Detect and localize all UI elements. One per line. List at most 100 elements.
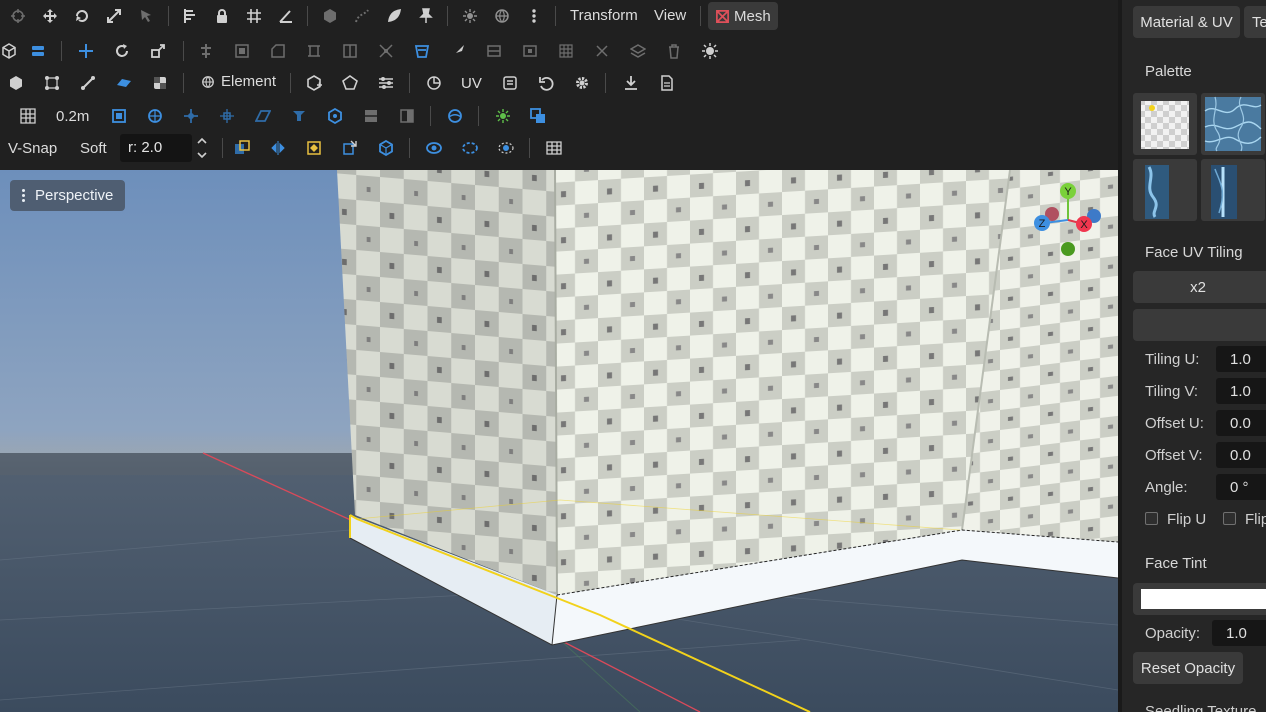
snap-vertex-icon[interactable]: [216, 105, 238, 127]
download-icon[interactable]: [620, 72, 642, 94]
snap-pivot-icon[interactable]: [288, 105, 310, 127]
tab-material-uv[interactable]: Material & UV: [1133, 6, 1240, 38]
palette-swatch-checker[interactable]: [1133, 93, 1197, 155]
grid-size-value[interactable]: 0.2m: [56, 108, 89, 125]
palette-swatch-water[interactable]: [1201, 93, 1265, 155]
object-select-icon[interactable]: [5, 72, 27, 94]
globe-icon[interactable]: [491, 5, 513, 27]
offset-u-input[interactable]: 0.0: [1216, 410, 1266, 436]
rotate-icon[interactable]: [71, 5, 93, 27]
snap-box-icon[interactable]: [108, 105, 130, 127]
face-mode-icon[interactable]: [27, 40, 49, 62]
select-connected-icon[interactable]: [339, 137, 361, 159]
radius-input[interactable]: r: 2.0: [120, 134, 192, 162]
path-icon[interactable]: [351, 5, 373, 27]
snap-cube-icon[interactable]: [324, 105, 346, 127]
radius-stepper[interactable]: [194, 133, 210, 163]
extrude-icon[interactable]: [303, 40, 325, 62]
more-menu-icon[interactable]: [523, 5, 545, 27]
3d-viewport[interactable]: Perspective Y Z X: [0, 170, 1118, 712]
sphere-icon[interactable]: [423, 72, 445, 94]
material-icon[interactable]: [149, 72, 171, 94]
edge-mode-icon[interactable]: [77, 72, 99, 94]
select-all-icon[interactable]: [375, 137, 397, 159]
soft-select-icon[interactable]: [231, 137, 253, 159]
inset-icon[interactable]: [231, 40, 253, 62]
select-grow-icon[interactable]: [495, 137, 517, 159]
opacity-input[interactable]: 1.0: [1212, 620, 1266, 646]
select-ring-icon[interactable]: [459, 137, 481, 159]
mirror-select-icon[interactable]: [267, 137, 289, 159]
transform-menu[interactable]: Transform: [570, 7, 638, 24]
mesh-mode-button[interactable]: Mesh: [708, 2, 778, 30]
uv-menu[interactable]: UV: [461, 75, 482, 92]
face-tint-picker[interactable]: [1133, 583, 1266, 615]
document-icon[interactable]: [499, 72, 521, 94]
tiling-x2-button[interactable]: x2: [1133, 271, 1266, 303]
snap-sphere-icon[interactable]: [144, 105, 166, 127]
palette-swatch-blue-2[interactable]: [1201, 159, 1265, 221]
move-icon[interactable]: [39, 5, 61, 27]
merge-icon[interactable]: [375, 40, 397, 62]
grid-fill-icon[interactable]: [555, 40, 577, 62]
sliders-icon[interactable]: [375, 72, 397, 94]
cube-icon[interactable]: [319, 5, 341, 27]
scene-render[interactable]: [0, 170, 1118, 712]
tab-texture[interactable]: Te: [1244, 6, 1266, 38]
loop-cut-icon[interactable]: [483, 40, 505, 62]
leaf-icon[interactable]: [383, 5, 405, 27]
select-box-icon[interactable]: [303, 137, 325, 159]
perspective-button[interactable]: Perspective: [10, 180, 125, 211]
settings-sun-icon[interactable]: [699, 40, 721, 62]
tiling-v-input[interactable]: 1.0: [1216, 378, 1266, 404]
view-menu[interactable]: View: [654, 7, 686, 24]
light-icon[interactable]: [459, 5, 481, 27]
vsnap-toggle[interactable]: V-Snap: [8, 140, 57, 157]
tiling-u-input[interactable]: 1.0: [1216, 346, 1266, 372]
offset-v-input[interactable]: 0.0: [1216, 442, 1266, 468]
snap-edge-icon[interactable]: [360, 105, 382, 127]
object-icon[interactable]: [0, 40, 20, 62]
snap-orbit-icon[interactable]: [444, 105, 466, 127]
polygon-icon[interactable]: [339, 72, 361, 94]
primitive-icon[interactable]: [303, 72, 325, 94]
file-icon[interactable]: [656, 72, 678, 94]
flip-u-checkbox[interactable]: [1145, 512, 1158, 525]
layers-icon[interactable]: [627, 40, 649, 62]
bevel-icon[interactable]: [267, 40, 289, 62]
select-loop-icon[interactable]: [423, 137, 445, 159]
gear-icon[interactable]: [571, 72, 593, 94]
reset-opacity-button[interactable]: Reset Opacity: [1133, 652, 1243, 684]
sun-icon[interactable]: [492, 105, 514, 127]
palette-swatch-blue-1[interactable]: [1133, 159, 1197, 221]
table-icon[interactable]: [543, 137, 565, 159]
wall-face-center[interactable]: [555, 170, 1010, 595]
snap-mirror-icon[interactable]: [396, 105, 418, 127]
orientation-gizmo[interactable]: Y Z X: [1030, 180, 1110, 260]
pin-icon[interactable]: [415, 5, 437, 27]
scale-icon[interactable]: [103, 5, 125, 27]
knife-icon[interactable]: [447, 40, 469, 62]
undo-icon[interactable]: [535, 72, 557, 94]
face-select-icon[interactable]: [113, 72, 135, 94]
align-icon[interactable]: [195, 40, 217, 62]
angle-input[interactable]: 0 °: [1216, 474, 1266, 500]
subdivide-icon[interactable]: [519, 40, 541, 62]
select-mode-icon[interactable]: [7, 5, 29, 27]
angle-icon[interactable]: [275, 5, 297, 27]
delete-icon[interactable]: [663, 40, 685, 62]
grid-icon[interactable]: [17, 105, 39, 127]
dissolve-icon[interactable]: [591, 40, 613, 62]
tiling-secondary-button[interactable]: [1133, 309, 1266, 341]
split-icon[interactable]: [339, 40, 361, 62]
lock-icon[interactable]: [211, 5, 233, 27]
scale-gizmo-icon[interactable]: [147, 40, 169, 62]
snap-face-icon[interactable]: [252, 105, 274, 127]
tool-icon[interactable]: [179, 5, 201, 27]
element-button[interactable]: Element: [201, 73, 276, 90]
soft-toggle[interactable]: Soft: [80, 140, 107, 157]
flip-v-checkbox[interactable]: [1223, 512, 1236, 525]
move-gizmo-icon[interactable]: [75, 40, 97, 62]
pointer-icon[interactable]: [135, 5, 157, 27]
rotate-gizmo-icon[interactable]: [111, 40, 133, 62]
